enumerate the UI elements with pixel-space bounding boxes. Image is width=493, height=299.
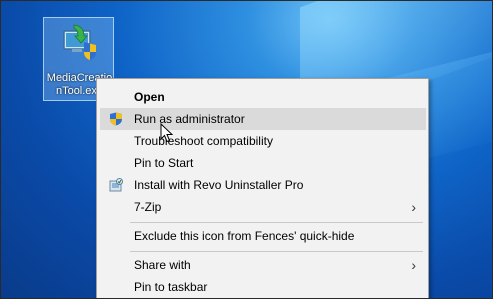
menu-item-troubleshoot-compatibility[interactable]: Troubleshoot compatibility — [100, 130, 426, 152]
menu-item-label: Troubleshoot compatibility — [134, 134, 273, 148]
menu-item-label: Run as administrator — [134, 112, 245, 126]
menu-item-label: Pin to Start — [134, 156, 194, 170]
menu-item-pin-to-start[interactable]: Pin to Start — [100, 152, 426, 174]
menu-separator — [130, 222, 423, 223]
chevron-right-icon: › — [411, 199, 416, 215]
menu-item-label: Pin to taskbar — [134, 280, 208, 294]
menu-item-install-with-revo[interactable]: Install with Revo Uninstaller Pro — [100, 174, 426, 196]
menu-item-7-zip[interactable]: 7-Zip › — [100, 196, 426, 218]
uac-shield-icon — [110, 112, 122, 126]
menu-item-share-with[interactable]: Share with › — [100, 254, 426, 276]
menu-item-open[interactable]: Open — [100, 86, 426, 108]
context-menu: Open Run as administrator Troubleshoot c… — [96, 78, 429, 299]
revo-uninstaller-icon — [109, 178, 123, 192]
menu-item-label: Open — [134, 90, 165, 104]
mouse-pointer-icon — [160, 123, 174, 143]
menu-item-label: Share with — [134, 258, 191, 272]
menu-item-label: Exclude this icon from Fences' quick-hid… — [134, 229, 355, 243]
media-creation-tool-icon — [63, 24, 96, 60]
menu-item-run-as-administrator[interactable]: Run as administrator — [100, 108, 426, 130]
menu-item-label: 7-Zip — [134, 200, 162, 214]
menu-separator — [130, 251, 423, 252]
menu-item-label: Install with Revo Uninstaller Pro — [134, 178, 304, 192]
desktop-background: MediaCreatio nTool.exe Open Run as admin… — [0, 0, 493, 299]
chevron-right-icon: › — [411, 257, 416, 273]
menu-item-pin-to-taskbar[interactable]: Pin to taskbar — [100, 276, 426, 298]
menu-item-exclude-from-fences[interactable]: Exclude this icon from Fences' quick-hid… — [100, 225, 426, 247]
